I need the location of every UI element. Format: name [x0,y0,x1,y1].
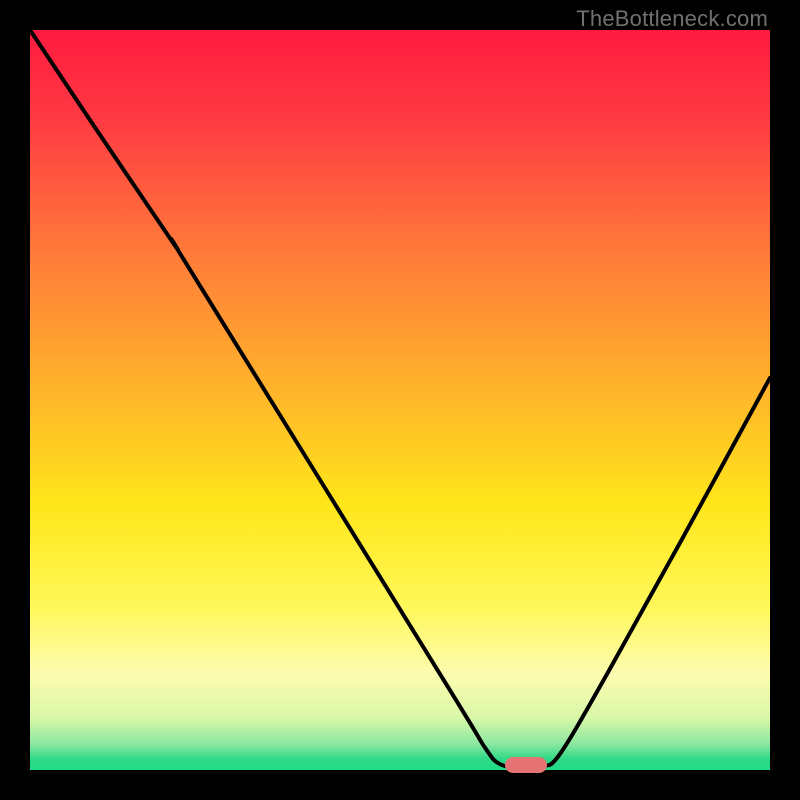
plot-area [30,30,770,770]
watermark-text: TheBottleneck.com [576,6,768,32]
chart-frame: TheBottleneck.com [0,0,800,800]
optimal-marker [505,757,547,773]
bottleneck-curve [30,30,770,770]
